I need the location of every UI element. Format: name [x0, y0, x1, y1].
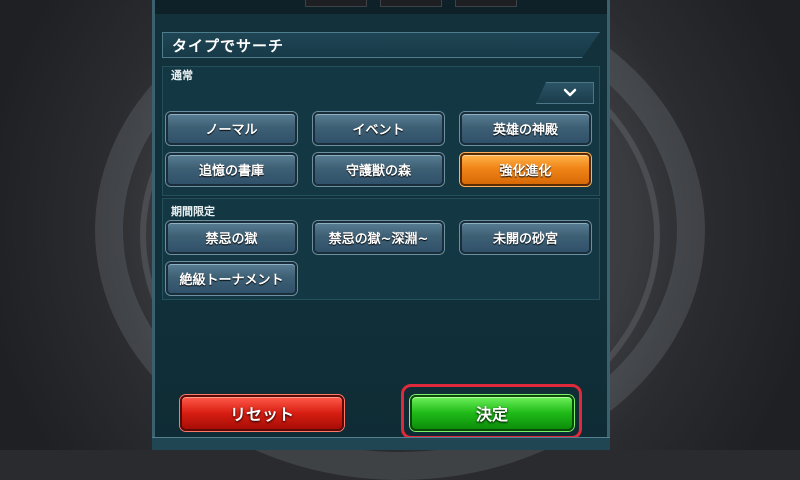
section-label-limited: 期間限定 [171, 205, 215, 218]
reset-button[interactable]: リセット [180, 395, 344, 431]
type-button-hero-temple[interactable]: 英雄の神殿 [460, 112, 591, 145]
panel-bottom-edge [152, 437, 610, 450]
type-button-forbidden-prison[interactable]: 禁忌の獄 [166, 221, 297, 254]
type-button-guardian-forest[interactable]: 守護獣の森 [313, 153, 444, 186]
top-slot [455, 0, 517, 7]
chevron-down-icon [563, 88, 577, 97]
panel-title: タイプでサーチ [172, 37, 285, 55]
type-button-normal[interactable]: ノーマル [166, 112, 297, 145]
type-button-event[interactable]: イベント [313, 112, 444, 145]
type-button-memory-archive[interactable]: 追憶の書庫 [166, 153, 297, 186]
confirm-highlight-outline [401, 384, 582, 439]
type-button-forbidden-abyss[interactable]: 禁忌の獄~深淵~ [313, 221, 444, 254]
type-button-unexplored-sand-palace[interactable]: 未開の砂宮 [460, 221, 591, 254]
type-button-ultimate-tournament[interactable]: 絶級トーナメント [166, 262, 297, 295]
type-button-evolution[interactable]: 強化進化 [460, 153, 591, 186]
top-slot [305, 0, 367, 7]
section-label-normal: 通常 [171, 69, 193, 82]
type-dropdown[interactable] [536, 82, 594, 104]
top-slot [380, 0, 442, 7]
